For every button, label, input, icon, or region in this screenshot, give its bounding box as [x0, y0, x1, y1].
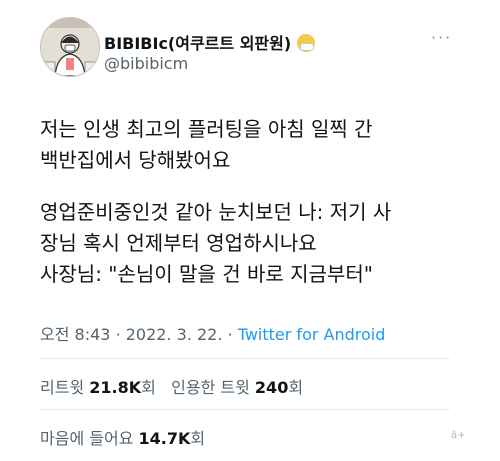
retweet-label: 리트윗 — [40, 378, 85, 397]
avatar[interactable] — [40, 17, 100, 77]
retweets-link[interactable]: 리트윗 21.8K회 — [40, 378, 156, 397]
tweet-line: 백반집에서 당해봤어요 — [40, 148, 231, 172]
meta-separator: · — [115, 325, 121, 344]
avatar-drawing-icon — [41, 18, 99, 76]
divider — [40, 409, 450, 410]
mask-face-emoji-icon — [297, 34, 316, 52]
retweet-count: 21.8K — [89, 378, 142, 397]
display-name-text: BIBIBIc(여쿠르트 외판원) — [104, 34, 292, 53]
like-label: 마음에 들어요 — [40, 429, 134, 448]
quote-tweets-link[interactable]: 인용한 트윗 240회 — [171, 378, 303, 397]
tweet-paragraph-1: 저는 인생 최고의 플러팅을 아침 일찍 간 백반집에서 당해봤어요 — [40, 114, 373, 176]
tweet-line: 영업준비중인것 같아 눈치보던 나: 저기 사 — [40, 200, 392, 224]
tweet-metadata: 오전 8:43 · 2022. 3. 22. · Twitter for And… — [40, 321, 385, 345]
like-unit: 회 — [190, 429, 206, 448]
watermark: ã+ — [451, 430, 466, 441]
tweet-line: 사장님: "손님이 말을 건 바로 지금부터" — [40, 262, 373, 286]
display-name[interactable]: BIBIBIc(여쿠르트 외판원) — [104, 30, 316, 54]
quote-count: 240 — [254, 378, 289, 397]
likes-link[interactable]: 마음에 들어요 14.7K회 — [40, 425, 205, 449]
tweet-paragraph-2: 영업준비중인것 같아 눈치보던 나: 저기 사 장님 혹시 언제부터 영업하시나… — [40, 197, 391, 290]
retweet-stats: 리트윗 21.8K회 인용한 트윗 240회 — [40, 374, 303, 398]
retweet-unit: 회 — [141, 378, 156, 397]
tweet-line: 저는 인생 최고의 플러팅을 아침 일찍 간 — [40, 117, 373, 141]
tweet-source-link[interactable]: Twitter for Android — [238, 325, 386, 344]
quote-unit: 회 — [288, 378, 304, 397]
meta-separator: · — [227, 325, 233, 344]
tweet-time[interactable]: 오전 8:43 — [40, 325, 110, 344]
divider — [40, 358, 450, 359]
quote-label: 인용한 트윗 — [171, 378, 250, 397]
like-count: 14.7K — [138, 429, 191, 448]
user-handle[interactable]: @bibibicm — [104, 54, 188, 73]
tweet-line: 장님 혹시 언제부터 영업하시나요 — [40, 231, 317, 255]
more-horizontal-icon[interactable]: ··· — [431, 28, 452, 47]
tweet-date[interactable]: 2022. 3. 22. — [126, 325, 223, 344]
